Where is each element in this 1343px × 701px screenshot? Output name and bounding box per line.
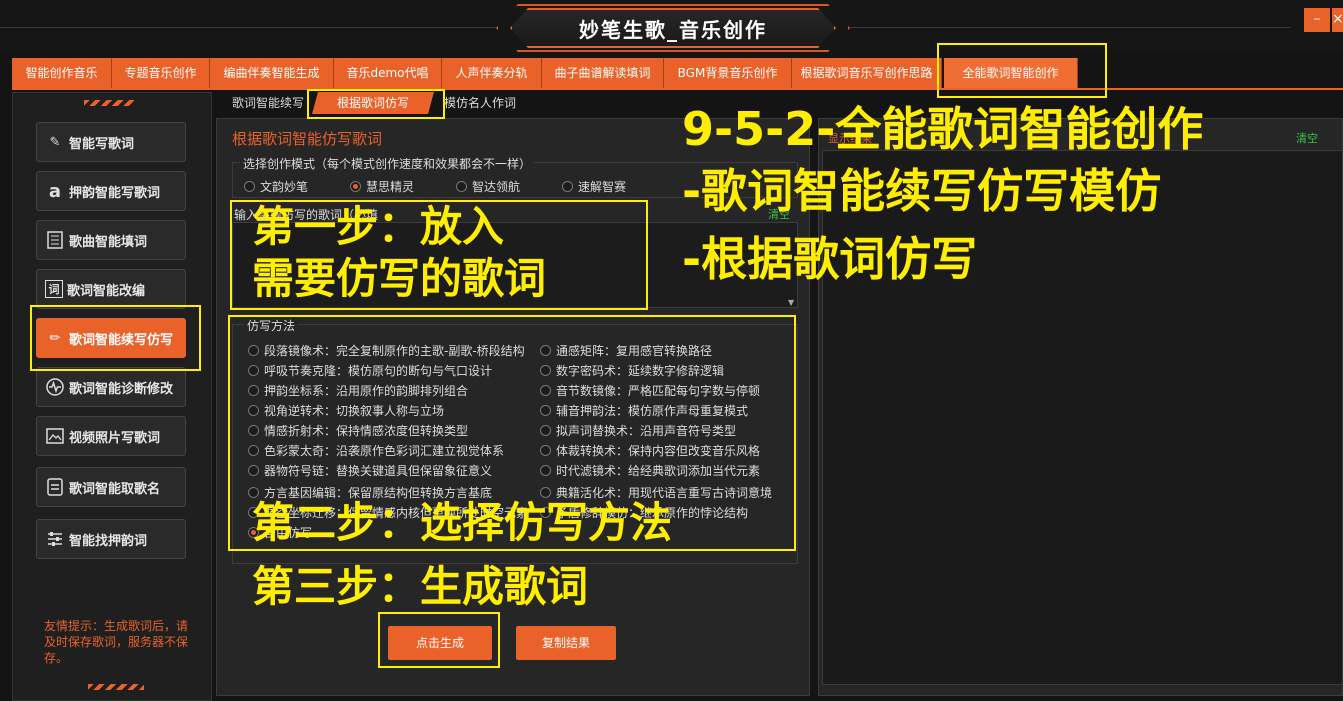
sidebar-item-label: 歌词智能改编 [67, 283, 146, 299]
document-icon [45, 230, 65, 250]
sub-tab-imitate-celebrity[interactable]: 模仿名人作词 [440, 92, 520, 114]
pen-icon: ✎ [49, 134, 61, 150]
sidebar-tip: 友情提示：生成歌词后，请及时保存歌词，服务器不保存。 [44, 619, 189, 665]
mode-radio-sujie[interactable]: 速解智赛 [562, 178, 626, 195]
result-output[interactable] [822, 150, 1343, 685]
annotation-step-1-line-2: 需要仿写的歌词 [252, 254, 547, 303]
letter-a-icon: a [48, 180, 62, 202]
top-tab-topic-music[interactable]: 专题音乐创作 [112, 58, 210, 88]
sidebar-item-write-lyrics[interactable]: ✎ 智能写歌词 [36, 122, 186, 162]
top-tab-accompaniment[interactable]: 编曲伴奏智能生成 [210, 58, 334, 88]
radio-label: 速解智赛 [578, 180, 627, 194]
annotation-step-3: 第三步：生成歌词 [252, 562, 589, 611]
top-tab-lyric-idea[interactable]: 根据歌词音乐写创作思路 [792, 58, 942, 88]
mode-radio-huisi[interactable]: 慧思精灵 [350, 178, 414, 195]
title-divider-left [0, 27, 496, 28]
sidebar-item-adapt-lyrics[interactable]: 词 歌词智能改编 [36, 269, 186, 309]
copy-result-button[interactable]: 复制结果 [516, 626, 616, 660]
top-tab-stem-split[interactable]: 人声伴奏分轨 [442, 58, 542, 88]
sidebar-decoration-top [84, 100, 134, 106]
mode-radio-wenyun[interactable]: 文韵妙笔 [244, 178, 308, 195]
radio-dot [456, 181, 467, 192]
highlight-box-sidebar-item [30, 305, 201, 371]
waveform-icon [45, 377, 65, 397]
annotation-headline-2: -歌词智能续写仿写模仿 [682, 164, 1162, 218]
scroll-down-arrow-icon[interactable]: ▼ [788, 298, 794, 307]
sidebar-item-label: 歌曲智能填词 [69, 234, 148, 250]
sidebar-item-label: 歌词智能诊断修改 [69, 381, 174, 397]
annotation-headline-1: 9-5-2-全能歌词智能创作 [682, 102, 1204, 156]
annotation-step-1-line-1: 第一步：放入 [252, 202, 505, 251]
image-icon [45, 426, 65, 446]
sidebar-item-label: 歌词智能取歌名 [69, 481, 161, 497]
sidebar-item-label: 押韵智能写歌词 [69, 185, 161, 201]
minimize-button[interactable]: – [1304, 8, 1330, 32]
window-title: 妙笔生歌_音乐创作 [579, 18, 767, 42]
sidebar-item-video-photo[interactable]: 视频照片写歌词 [36, 416, 186, 456]
sidebar-item-rhyme-lyrics[interactable]: a 押韵智能写歌词 [36, 171, 186, 211]
radio-dot [244, 181, 255, 192]
sidebar-item-label: 视频照片写歌词 [69, 430, 161, 446]
highlight-box-generate [378, 612, 500, 668]
sidebar-item-label: 智能写歌词 [69, 136, 135, 152]
highlight-box-sub-tab [307, 89, 445, 119]
clear-result-button[interactable]: 清空 [1296, 130, 1318, 146]
sidebar-item-diagnose[interactable]: 歌词智能诊断修改 [36, 367, 186, 407]
ci-character-icon: 词 [45, 280, 63, 298]
radio-label: 文韵妙笔 [260, 180, 309, 194]
annotation-step-2: 第二步：选择仿写方法 [252, 498, 673, 547]
close-button[interactable]: × [1332, 8, 1343, 32]
radio-label: 慧思精灵 [366, 180, 415, 194]
sub-tab-continue[interactable]: 歌词智能续写 [226, 92, 310, 114]
annotation-headline-3: -根据歌词仿写 [682, 232, 978, 286]
sliders-icon [45, 529, 65, 549]
top-tab-bgm[interactable]: BGM背景音乐创作 [664, 58, 792, 88]
highlight-box-top-tab [937, 43, 1107, 98]
radio-dot [562, 181, 573, 192]
list-icon [45, 477, 65, 497]
mode-group-label: 选择创作模式（每个模式创作速度和效果都会不一样） [240, 155, 535, 172]
tab-strip-underline [12, 88, 1343, 90]
top-tab-score-lyrics[interactable]: 曲子曲谱解读填词 [542, 58, 664, 88]
sidebar-item-rhyme-finder[interactable]: 智能找押韵词 [36, 519, 186, 559]
sidebar-item-label: 智能找押韵词 [69, 533, 148, 549]
radio-dot-selected [350, 181, 361, 192]
panel-title: 根据歌词智能仿写歌词 [232, 130, 383, 148]
radio-label: 智达领航 [472, 180, 521, 194]
top-tab-demo-singing[interactable]: 音乐demo代唱 [334, 58, 442, 88]
sidebar-item-fill-lyrics[interactable]: 歌曲智能填词 [36, 220, 186, 260]
sidebar-item-song-name[interactable]: 歌词智能取歌名 [36, 467, 186, 507]
title-divider-right [850, 27, 1290, 28]
sidebar-decoration-bottom [88, 684, 144, 690]
top-tab-ai-music[interactable]: 智能创作音乐 [12, 58, 112, 88]
mode-radio-zhida[interactable]: 智达领航 [456, 178, 520, 195]
